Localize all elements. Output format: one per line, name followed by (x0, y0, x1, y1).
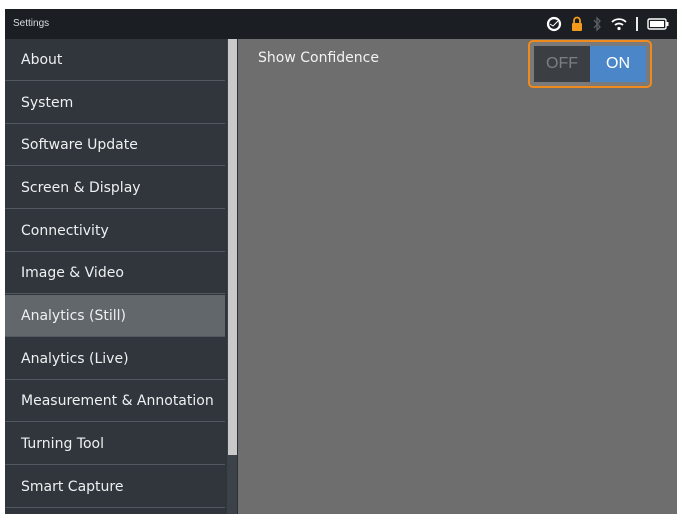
sidebar-item-measurement-annotation[interactable]: Measurement & Annotation (5, 380, 225, 422)
sync-icon (546, 16, 562, 32)
status-bar-title: Settings (13, 18, 50, 29)
wifi-icon (611, 17, 627, 31)
sidebar-item-screen-display[interactable]: Screen & Display (5, 167, 225, 209)
sidebar-item-smart-capture[interactable]: Smart Capture (5, 466, 225, 508)
sidebar-item-analytics-still[interactable]: Analytics (Still) (5, 295, 225, 337)
battery-icon (647, 18, 669, 30)
sidebar-item-software-update[interactable]: Software Update (5, 124, 225, 166)
show-confidence-label: Show Confidence (258, 50, 379, 66)
device-screen: Settings About System Software Update Sc… (5, 9, 677, 514)
sidebar-item-connectivity[interactable]: Connectivity (5, 210, 225, 252)
toggle-on-option[interactable]: ON (590, 46, 646, 82)
sidebar-item-analytics-live[interactable]: Analytics (Live) (5, 338, 225, 380)
status-icons (546, 14, 669, 34)
sidebar-item-turning-tool[interactable]: Turning Tool (5, 423, 225, 465)
bluetooth-icon (592, 16, 602, 32)
sidebar-item-image-video[interactable]: Image & Video (5, 252, 225, 294)
sidebar-item-system[interactable]: System (5, 82, 225, 124)
settings-sidebar: About System Software Update Screen & Di… (5, 39, 227, 514)
status-bar: Settings (5, 9, 677, 39)
lock-icon (571, 16, 583, 32)
show-confidence-toggle[interactable]: OFF ON (528, 40, 652, 88)
settings-content-panel: Show Confidence OFF ON (238, 39, 677, 514)
toggle-off-option[interactable]: OFF (534, 46, 590, 82)
sidebar-scrollbar-thumb[interactable] (228, 39, 237, 455)
status-separator (636, 17, 638, 31)
sidebar-item-about[interactable]: About (5, 39, 225, 81)
